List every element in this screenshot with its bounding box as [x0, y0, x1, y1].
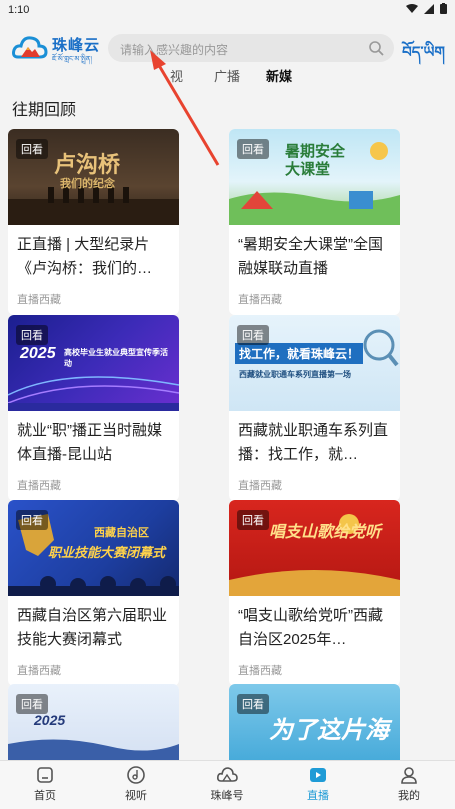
cloud-logo-icon [12, 36, 48, 59]
tab-radio[interactable]: 广播 [214, 66, 240, 85]
thumb-title: 职业技能大赛闭幕式 [48, 545, 166, 560]
wifi-icon [406, 3, 418, 13]
nav-item-mine[interactable]: 我的 [379, 765, 439, 803]
section-title: 往期回顾 [12, 102, 77, 119]
app-logo[interactable]: 珠峰云 ཇོ་མོ་གླང་མ་སྤྲིན། [12, 32, 102, 64]
card-thumbnail: 找工作，就看珠峰云！ 西藏就业职通车系列直播第一场 回看 [229, 315, 400, 411]
card-title: 正直播 | 大型纪录片《卢沟桥：我们的… [17, 236, 153, 277]
card-thumbnail: 西藏自治区 职业技能大赛闭幕式 回看 [8, 500, 179, 596]
search-input[interactable]: 请输入感兴趣的内容 [108, 34, 394, 62]
battery-icon [440, 3, 447, 14]
thumb-subtitle: 西藏自治区 [94, 527, 149, 539]
card-title: 西藏就业职通车系列直播：找工作，就… [238, 422, 389, 463]
nav-item-live[interactable]: 直播 [288, 765, 348, 803]
replay-badge: 回看 [16, 325, 48, 345]
thumb-subtitle: 高校毕业生就业典型宣传季活动 [64, 348, 168, 368]
thumb-title: 为了这片海 [269, 717, 389, 744]
channel-tabs: 视 广播 新媒 [0, 62, 455, 86]
tab-new-media[interactable]: 新媒 [266, 66, 292, 85]
card-source: 直播西藏 [238, 480, 282, 492]
thumb-title: 唱支山歌给党听 [269, 524, 382, 541]
cloud-icon [217, 767, 238, 782]
replay-badge: 回看 [237, 694, 269, 714]
live-icon [310, 768, 326, 782]
card-thumbnail: 2025 高校毕业生就业典型宣传季活动 回看 [8, 315, 179, 411]
card-skills-competition[interactable]: 西藏自治区 职业技能大赛闭幕式 回看 西藏自治区第六届职业技能大赛闭幕式 直播西… [8, 500, 179, 686]
replay-badge: 回看 [237, 325, 269, 345]
thumb-title: 暑期安全大课堂 [285, 143, 346, 178]
replay-badge: 回看 [16, 694, 48, 714]
card-source: 直播西藏 [17, 294, 61, 306]
nav-item-zhufeng[interactable]: 珠峰号 [197, 765, 257, 803]
card-thumbnail: 暑期安全大课堂 回看 [229, 129, 400, 225]
card-summer-safety[interactable]: 暑期安全大课堂 回看 “暑期安全大课堂”全国融媒联动直播 直播西藏 [229, 129, 400, 315]
bottom-nav: 首页 视听 珠峰号 直播 我的 [0, 760, 455, 809]
nav-item-home[interactable]: 首页 [15, 765, 75, 803]
tab-video[interactable]: 视 [170, 66, 183, 85]
user-icon [401, 767, 417, 784]
card-thumbnail: 卢沟桥 我们的纪念 回看 [8, 129, 179, 225]
replay-badge: 回看 [16, 510, 48, 530]
card-title: “唱支山歌给党听”西藏自治区2025年… [238, 607, 383, 648]
search-icon[interactable] [368, 40, 384, 56]
home-icon [37, 767, 53, 783]
thumb-title: 找工作，就看珠峰云！ [235, 343, 364, 364]
card-source: 直播西藏 [238, 665, 282, 677]
card-thumbnail: 唱支山歌给党听 回看 [229, 500, 400, 596]
status-time: 1:10 [8, 4, 30, 16]
replay-badge: 回看 [237, 139, 269, 159]
thumb-subtitle: 我们的纪念 [60, 178, 115, 190]
nav-item-audio-video[interactable]: 视听 [106, 765, 166, 803]
thumb-title: 2025 [20, 345, 56, 362]
card-lugouqiao[interactable]: 卢沟桥 我们的纪念 回看 正直播 | 大型纪录片《卢沟桥：我们的… 直播西藏 [8, 129, 179, 315]
music-icon [127, 766, 145, 784]
card-source: 直播西藏 [17, 665, 61, 677]
search-placeholder: 请输入感兴趣的内容 [120, 43, 229, 57]
thumb-subtitle: 西藏就业职通车系列直播第一场 [239, 370, 351, 379]
card-title: “暑期安全大课堂”全国融媒联动直播 [238, 236, 383, 277]
card-sing-mountain-song[interactable]: 唱支山歌给党听 回看 “唱支山歌给党听”西藏自治区2025年… 直播西藏 [229, 500, 400, 686]
status-bar: 1:10 [0, 0, 455, 22]
card-employment-live[interactable]: 2025 高校毕业生就业典型宣传季活动 回看 就业“职”播正当时融媒体直播-昆山… [8, 315, 179, 501]
replay-badge: 回看 [16, 139, 48, 159]
card-source: 直播西藏 [238, 294, 282, 306]
replay-badge: 回看 [237, 510, 269, 530]
card-title: 就业“职”播正当时融媒体直播-昆山站 [17, 422, 162, 463]
signal-icon [424, 3, 434, 14]
card-job-express[interactable]: 找工作，就看珠峰云！ 西藏就业职通车系列直播第一场 回看 西藏就业职通车系列直播… [229, 315, 400, 501]
thumb-title: 2025 [34, 712, 66, 728]
card-source: 直播西藏 [17, 480, 61, 492]
card-title: 西藏自治区第六届职业技能大赛闭幕式 [17, 607, 168, 648]
